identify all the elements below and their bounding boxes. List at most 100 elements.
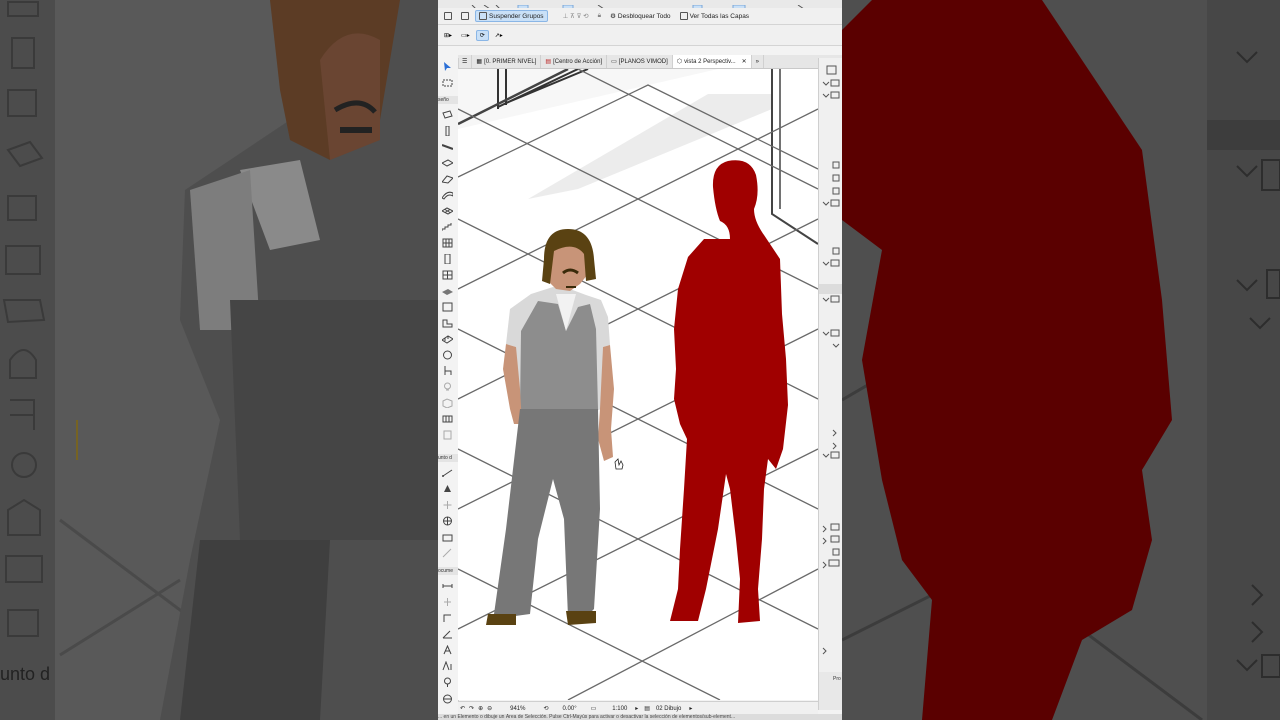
- hotspot-tool[interactable]: [441, 484, 453, 494]
- corner-window-tool[interactable]: [441, 430, 453, 440]
- align-button[interactable]: ⊥ ⊼ ⊽ ⟲: [560, 11, 592, 21]
- zoom-in-icon[interactable]: ⊕: [478, 705, 483, 712]
- suspend-groups-label: Suspender Grupos: [489, 12, 544, 20]
- undo-icon[interactable]: ↶: [460, 705, 465, 712]
- detail-tool[interactable]: [441, 694, 453, 704]
- mesh-tool[interactable]: [441, 206, 453, 216]
- 3d-viewport[interactable]: [458, 69, 818, 700]
- section-icon: [442, 548, 451, 558]
- text-tool[interactable]: [441, 645, 453, 655]
- select-tool-button[interactable]: [458, 11, 472, 21]
- slab-icon: [441, 159, 453, 167]
- tab-vista-perspectiva[interactable]: ⬡ vista 2 Perspectiv... ✕: [672, 55, 752, 68]
- tab-label: [0. PRIMER NIVEL]: [484, 58, 537, 65]
- wall-tool[interactable]: [441, 110, 453, 120]
- suspend-groups-button[interactable]: Suspender Grupos: [475, 10, 548, 22]
- elevation-tool[interactable]: [441, 613, 453, 623]
- toolbox-section-point: unto d: [438, 454, 458, 462]
- pen-set-value[interactable]: 02 Dibujo: [656, 706, 681, 712]
- door-icon: [444, 254, 450, 264]
- lock-button[interactable]: 🔒︎: [595, 11, 604, 21]
- marquee-tool-button[interactable]: [441, 11, 455, 21]
- tab-overflow-button[interactable]: »: [752, 55, 765, 68]
- section-tool[interactable]: [441, 548, 453, 558]
- arrow-tool[interactable]: [441, 62, 453, 72]
- zoom-out-icon[interactable]: ⊖: [487, 705, 492, 712]
- 3d-view-icon: ⬡: [676, 59, 683, 65]
- opening-tool[interactable]: [441, 302, 453, 312]
- door-tool[interactable]: [441, 254, 453, 264]
- shell-icon: [441, 191, 453, 200]
- scale-value[interactable]: 1:100: [612, 706, 627, 712]
- label-icon: [442, 661, 451, 671]
- slab-tool[interactable]: [441, 158, 453, 168]
- layers-icon: [679, 12, 688, 20]
- snap-guides-button[interactable]: ⊞▸: [441, 31, 455, 40]
- camera-tool[interactable]: [441, 532, 453, 542]
- corner-window-icon: [443, 430, 451, 440]
- toolbox-section-design: seño: [438, 96, 458, 104]
- info-toolbar: Suspender Grupos ⊥ ⊼ ⊽ ⟲ 🔒︎ ⚙ Desbloquea…: [438, 8, 842, 25]
- pen-set-icon: ▤: [644, 706, 650, 712]
- layout-icon: ▭: [611, 59, 617, 65]
- orbit-icon: ⟳: [479, 32, 485, 39]
- curtain-wall-tool[interactable]: [441, 238, 453, 248]
- morph-tool[interactable]: [441, 318, 453, 328]
- tab-planos-vimod[interactable]: ▭ [PLANOS VIMOD]: [607, 55, 673, 68]
- light-tool[interactable]: [441, 382, 453, 392]
- stair-tool[interactable]: [441, 222, 453, 232]
- zone-tool[interactable]: [441, 398, 453, 408]
- zoom-value[interactable]: 941%: [510, 706, 525, 712]
- object-icon: [442, 350, 452, 360]
- archicad-window: Suspender Grupos ⊥ ⊼ ⊽ ⟲ 🔒︎ ⚙ Desbloquea…: [438, 0, 842, 720]
- railing-tool[interactable]: [441, 334, 453, 344]
- column-tool[interactable]: [441, 126, 453, 136]
- rotate-icon[interactable]: ⟲: [543, 705, 548, 712]
- object-tool[interactable]: [441, 350, 453, 360]
- window-tool[interactable]: [441, 270, 453, 280]
- tab-centro-accion[interactable]: ▤ [Centro de Acción]: [541, 55, 608, 68]
- wall-end-tool[interactable]: [441, 414, 453, 424]
- grid-snap-button[interactable]: ▭▸: [458, 31, 473, 40]
- ribbon-top-strip: [438, 0, 842, 11]
- beam-tool[interactable]: [441, 142, 453, 152]
- marker-tool[interactable]: [441, 677, 453, 687]
- unlock-all-button[interactable]: ⚙ Desbloquear Todo: [607, 11, 673, 21]
- level-dimension-tool[interactable]: [441, 597, 453, 607]
- detail-icon: [442, 694, 452, 704]
- grid-tool[interactable]: [441, 516, 453, 526]
- roof-icon: [441, 175, 453, 184]
- orbit-button[interactable]: ⟳: [475, 29, 489, 41]
- label-tool[interactable]: [441, 661, 453, 671]
- line-tool[interactable]: [441, 468, 453, 478]
- lamp-tool[interactable]: [441, 366, 453, 376]
- floor-plan-icon: ▦: [476, 59, 483, 65]
- dimension-tool[interactable]: [441, 581, 453, 591]
- marquee-icon: [444, 12, 452, 20]
- camera-icon: [442, 534, 452, 542]
- opening-icon: [442, 302, 452, 312]
- window-icon: [442, 270, 452, 280]
- pointer-button[interactable]: ➚▸: [492, 31, 506, 40]
- roof-tool[interactable]: [441, 174, 453, 184]
- redo-icon[interactable]: ↷: [469, 705, 474, 712]
- skylight-tool[interactable]: [441, 286, 453, 296]
- angle-value[interactable]: 0.00°: [563, 706, 577, 712]
- level-icon: [443, 598, 451, 606]
- marquee-tool[interactable]: [441, 78, 453, 88]
- tab-viewmap[interactable]: ☰: [458, 55, 473, 68]
- properties-label: Pro: [833, 676, 841, 682]
- view-all-layers-button[interactable]: Ver Todas las Capas: [677, 11, 753, 21]
- tab-primer-nivel[interactable]: ▦ [0. PRIMER NIVEL]: [472, 55, 542, 68]
- shell-tool[interactable]: [441, 190, 453, 200]
- tab-label: vista 2 Perspectiv...: [684, 58, 736, 65]
- plus-icon: [443, 501, 451, 509]
- close-icon[interactable]: ✕: [742, 58, 747, 65]
- lock-icon: 🔒︎: [597, 12, 602, 19]
- zone-icon: [442, 398, 452, 408]
- angle-dimension-tool[interactable]: [441, 629, 453, 639]
- tab-list-icon: ☰: [462, 59, 468, 65]
- tab-label: [Centro de Acción]: [553, 58, 603, 65]
- pointer-icon: ➚▸: [494, 32, 503, 39]
- figure-tool[interactable]: [441, 500, 453, 510]
